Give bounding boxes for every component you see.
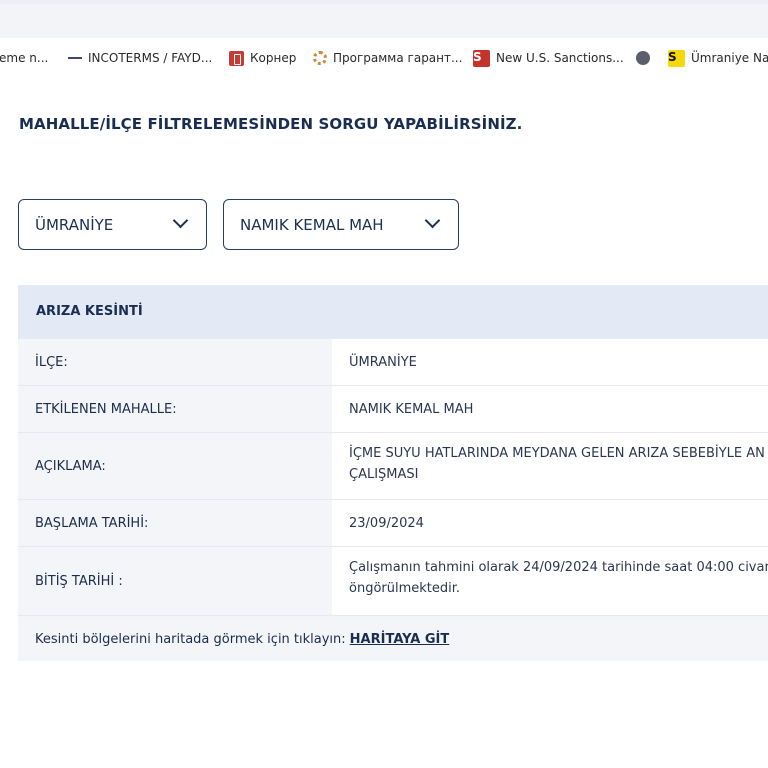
- table-row: İLÇE: ÜMRANİYE: [18, 339, 768, 386]
- browser-top-strip: [0, 0, 768, 38]
- bookmark-label: eme n...: [0, 51, 49, 65]
- bookmark-item[interactable]: Корнер: [229, 38, 296, 78]
- map-link[interactable]: HARİTAYA GİT: [350, 632, 450, 647]
- row-label: İLÇE:: [18, 339, 332, 385]
- bookmark-item[interactable]: eme n...: [0, 38, 48, 78]
- row-value: NAMIK KEMAL MAH: [332, 386, 768, 432]
- district-select-value: ÜMRANİYE: [35, 215, 114, 234]
- bookmark-label: Программа гарант...: [333, 51, 463, 65]
- bookmark-item[interactable]: INCOTERMS / FAYD...: [68, 38, 212, 78]
- bookmark-label: INCOTERMS / FAYD...: [88, 51, 213, 65]
- row-label: ETKİLENEN MAHALLE:: [18, 386, 332, 432]
- neighborhood-select[interactable]: NAMIK KEMAL MAH: [223, 199, 459, 250]
- bookmark-item[interactable]: [636, 38, 656, 78]
- value-line: ÇALIŞMASI: [349, 467, 419, 482]
- bookmark-item[interactable]: S Ümraniye Nar: [668, 38, 768, 78]
- outage-panel-title: ARIZA KESİNTİ: [36, 304, 143, 319]
- row-label: BİTİŞ TARİHİ :: [18, 547, 332, 615]
- bookmark-item[interactable]: Программа гарант...: [313, 38, 462, 78]
- row-value: Çalışmanın tahmini olarak 24/09/2024 tar…: [332, 547, 768, 615]
- red-book-icon: [229, 50, 244, 66]
- table-row: BİTİŞ TARİHİ : Çalışmanın tahmini olarak…: [18, 547, 768, 616]
- bookmark-label: Корнер: [250, 51, 297, 65]
- value-line: Çalışmanın tahmini olarak 24/09/2024 tar…: [349, 560, 768, 575]
- s-yellow-icon: S: [668, 49, 685, 67]
- map-link-row: Kesinti bölgelerini haritada görmek için…: [18, 618, 768, 661]
- neighborhood-select-value: NAMIK KEMAL MAH: [240, 215, 384, 234]
- bookmark-item[interactable]: S New U.S. Sanctions...: [473, 38, 624, 78]
- outage-panel-header: ARIZA KESİNTİ: [18, 285, 768, 339]
- table-row: ETKİLENEN MAHALLE: NAMIK KEMAL MAH: [18, 386, 768, 433]
- table-row: AÇIKLAMA: İÇME SUYU HATLARINDA MEYDANA G…: [18, 433, 768, 500]
- page-title: MAHALLE/İLÇE FİLTRELEMESİNDEN SORGU YAPA…: [19, 115, 523, 133]
- bookmark-label: New U.S. Sanctions...: [496, 51, 624, 65]
- value-line: öngörülmektedir.: [349, 581, 461, 596]
- row-label: AÇIKLAMA:: [18, 433, 332, 499]
- page-content: MAHALLE/İLÇE FİLTRELEMESİNDEN SORGU YAPA…: [0, 78, 768, 768]
- row-value: 23/09/2024: [332, 500, 768, 546]
- table-row: BAŞLAMA TARİHİ: 23/09/2024: [18, 500, 768, 547]
- gear-icon: [313, 51, 327, 65]
- chevron-down-icon: [175, 218, 185, 228]
- district-select[interactable]: ÜMRANİYE: [18, 199, 207, 250]
- dash-icon: [68, 57, 82, 59]
- row-value: ÜMRANİYE: [332, 339, 768, 385]
- globe-icon: [636, 51, 650, 65]
- outage-panel: ARIZA KESİNTİ İLÇE: ÜMRANİYE ETKİLENEN M…: [18, 285, 768, 661]
- value-line: İÇME SUYU HATLARINDA MEYDANA GELEN ARIZA…: [349, 446, 765, 461]
- bookmarks-bar: eme n... INCOTERMS / FAYD... Корнер Прог…: [0, 38, 768, 78]
- map-link-text: Kesinti bölgelerini haritada görmek için…: [35, 632, 346, 647]
- row-label: BAŞLAMA TARİHİ:: [18, 500, 332, 546]
- bookmark-label: Ümraniye Nar: [691, 51, 768, 65]
- s-red-icon: S: [473, 49, 490, 67]
- row-value: İÇME SUYU HATLARINDA MEYDANA GELEN ARIZA…: [332, 433, 768, 499]
- address-area: [0, 4, 768, 38]
- chevron-down-icon: [427, 218, 437, 228]
